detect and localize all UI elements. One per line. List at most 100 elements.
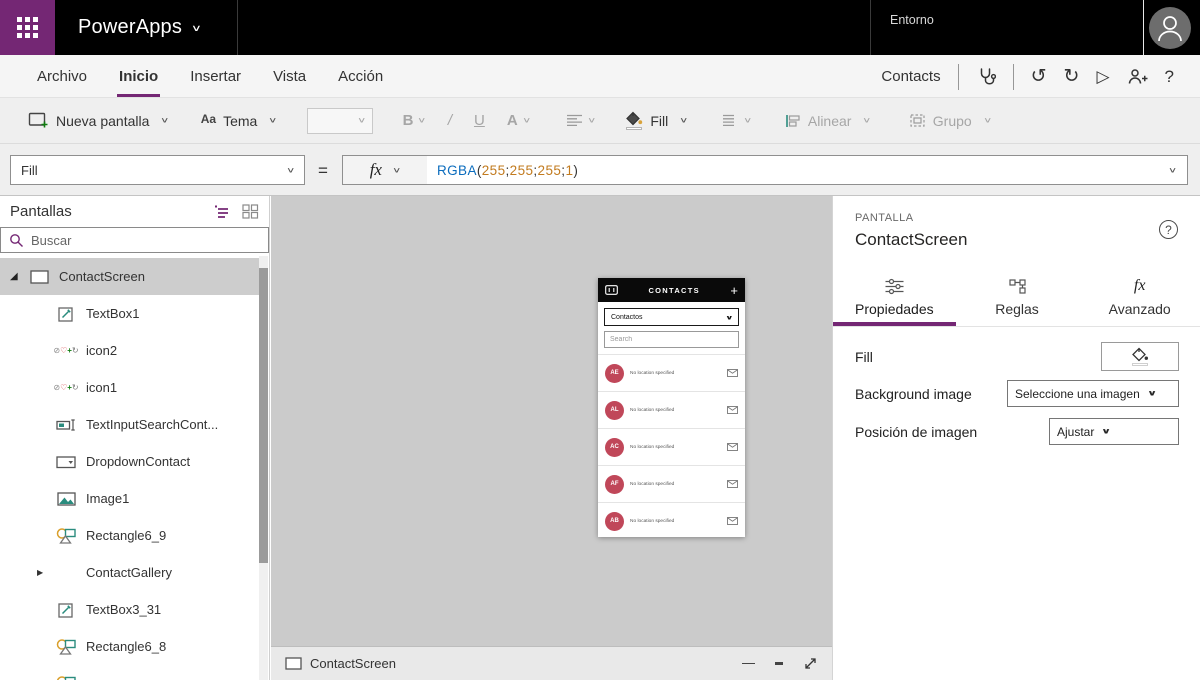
font-size-combo[interactable]: ∨ — [307, 108, 373, 134]
app-launcher-button[interactable] — [0, 0, 55, 55]
screen-icon — [285, 657, 302, 670]
theme-button[interactable]: Aa Tema∨ — [201, 112, 277, 129]
add-contact-button[interactable]: + — [730, 284, 738, 297]
panel-divider — [833, 326, 1200, 327]
person-icon — [1149, 7, 1191, 49]
help-button[interactable]: ? — [1165, 67, 1174, 87]
formula-expand-chevron[interactable]: ∨ — [1168, 166, 1178, 174]
background-image-select[interactable]: Seleccione una imagen ∨ — [1007, 380, 1179, 407]
chevron-down-icon: ∨ — [725, 314, 733, 321]
tree-item-textbox1[interactable]: TextBox1 — [0, 295, 260, 332]
italic-button[interactable]: / — [448, 112, 452, 129]
fill-button[interactable]: Fill∨ — [625, 111, 687, 130]
image-position-select[interactable]: Ajustar ∨ — [1049, 418, 1179, 445]
new-screen-icon — [28, 112, 49, 129]
rules-icon — [1008, 278, 1027, 295]
fill-color-button[interactable] — [1101, 342, 1179, 371]
mail-icon[interactable] — [727, 406, 738, 414]
contacts-dropdown[interactable]: Contactos ∨ — [604, 308, 739, 326]
selection-type-label: PANTALLA — [855, 212, 914, 224]
panel-help-button[interactable]: ? — [1159, 220, 1178, 239]
avatar: AL — [605, 401, 624, 420]
tree-item-image1[interactable]: Image1 — [0, 480, 260, 517]
menu-archivo[interactable]: Archivo — [35, 55, 89, 97]
textbox-icon — [55, 601, 77, 619]
tree-item-icon2[interactable]: ⊘♡+↻ icon2 — [0, 332, 260, 369]
avatar: AF — [605, 475, 624, 494]
formula-input[interactable]: RGBA(255;255;255;1) ∨ — [427, 155, 1188, 185]
vertical-align-button[interactable]: ∨ — [722, 114, 751, 127]
menu-insertar[interactable]: Insertar — [188, 55, 243, 97]
text-align-button[interactable]: ∨ — [566, 114, 595, 127]
tree-item-textbox3-31[interactable]: TextBox3_31 — [0, 591, 260, 628]
sliders-icon — [884, 278, 905, 295]
grupo-button[interactable]: Grupo∨ — [909, 113, 991, 129]
design-canvas[interactable] — [271, 196, 832, 646]
mail-icon[interactable] — [727, 369, 738, 377]
shapes-icon — [55, 527, 77, 544]
tree-item-dropdowncontact[interactable]: DropdownContact — [0, 443, 260, 480]
fx-button[interactable]: fx ∨ — [342, 155, 428, 185]
undo-icon[interactable]: ↺ — [1031, 67, 1047, 86]
screens-tree: ◢ ContactScreen TextBox1 ⊘♡+↻ icon2 — [0, 258, 260, 680]
align-lines-icon — [722, 114, 739, 127]
brand-menu[interactable]: PowerApps ∨ — [78, 0, 201, 55]
sidebar-scrollbar-thumb[interactable] — [259, 268, 268, 563]
tab-propiedades[interactable]: Propiedades — [833, 272, 956, 322]
contact-list-item[interactable]: AC No location specified — [598, 428, 745, 465]
tree-item-icon1[interactable]: ⊘♡+↻ icon1 — [0, 369, 260, 406]
contact-location: No location specified — [630, 482, 688, 486]
contact-location: No location specified — [630, 371, 688, 375]
mail-icon[interactable] — [727, 517, 738, 525]
avatar: AB — [605, 512, 624, 531]
app-checker-icon[interactable] — [976, 67, 996, 86]
caret-expanded-icon[interactable]: ◢ — [10, 271, 22, 282]
menu-accion[interactable]: Acción — [336, 55, 385, 97]
screens-search — [0, 227, 269, 253]
zoom-out-icon[interactable] — [742, 663, 755, 665]
fit-to-window-icon[interactable] — [803, 656, 818, 671]
current-screen-chip[interactable]: ContactScreen — [285, 656, 396, 671]
contact-list-item[interactable]: AB No location specified — [598, 502, 745, 539]
mail-icon[interactable] — [727, 443, 738, 451]
phone-screen-preview[interactable]: CONTACTS + Contactos ∨ AE No location sp… — [598, 278, 745, 537]
tab-avanzado[interactable]: fx Avanzado — [1078, 272, 1200, 322]
mail-icon[interactable] — [727, 480, 738, 488]
zoom-level-indicator[interactable] — [775, 662, 783, 665]
user-avatar[interactable] — [1149, 7, 1191, 49]
tree-item-rectangle6-8[interactable]: Rectangle6_8 — [0, 628, 260, 665]
redo-icon[interactable]: ↻ — [1064, 67, 1080, 86]
tree-item-textinputsearch[interactable]: TextInputSearchCont... — [0, 406, 260, 443]
tab-reglas[interactable]: Reglas — [956, 272, 1079, 322]
alinear-button[interactable]: Alinear∨ — [785, 113, 871, 129]
search-input[interactable] — [31, 233, 231, 248]
contact-list-item[interactable]: AE No location specified — [598, 354, 745, 391]
menu-inicio[interactable]: Inicio — [117, 55, 160, 97]
contact-list-item[interactable]: AL No location specified — [598, 391, 745, 428]
formula-token: RGBA — [437, 163, 477, 178]
sidebar-scrollbar[interactable] — [259, 256, 268, 680]
tree-item-partial[interactable] — [0, 665, 260, 680]
tree-item-contactgallery[interactable]: ▶ ContactGallery — [0, 554, 260, 591]
property-selector[interactable]: Fill ∨ — [10, 155, 305, 185]
new-screen-button[interactable]: Nueva pantalla∨ — [28, 112, 169, 129]
font-color-button[interactable]: A∨ — [507, 112, 530, 129]
brand-label: PowerApps — [78, 16, 182, 39]
contacts-search-input[interactable] — [610, 336, 733, 343]
underline-button[interactable]: U — [474, 112, 485, 129]
share-person-add-icon[interactable] — [1127, 68, 1148, 85]
contact-list-item[interactable]: AF No location specified — [598, 465, 745, 502]
align-objects-icon — [785, 114, 801, 128]
caret-collapsed-icon[interactable]: ▶ — [37, 568, 49, 577]
menu-vista[interactable]: Vista — [271, 55, 308, 97]
tree-item-contactscreen[interactable]: ◢ ContactScreen — [0, 258, 260, 295]
contacts-book-icon[interactable] — [605, 285, 618, 295]
bold-button[interactable]: B∨ — [403, 112, 426, 129]
thumbnail-view-icon[interactable] — [242, 204, 259, 219]
menu-bar: Archivo Inicio Insertar Vista Acción Con… — [0, 55, 1200, 98]
topbar-divider — [870, 0, 871, 55]
tree-view-icon[interactable] — [213, 205, 230, 219]
tree-item-rectangle6-9[interactable]: Rectangle6_9 — [0, 517, 260, 554]
contact-location: No location specified — [630, 445, 688, 449]
preview-play-icon[interactable]: ▷ — [1096, 67, 1109, 87]
